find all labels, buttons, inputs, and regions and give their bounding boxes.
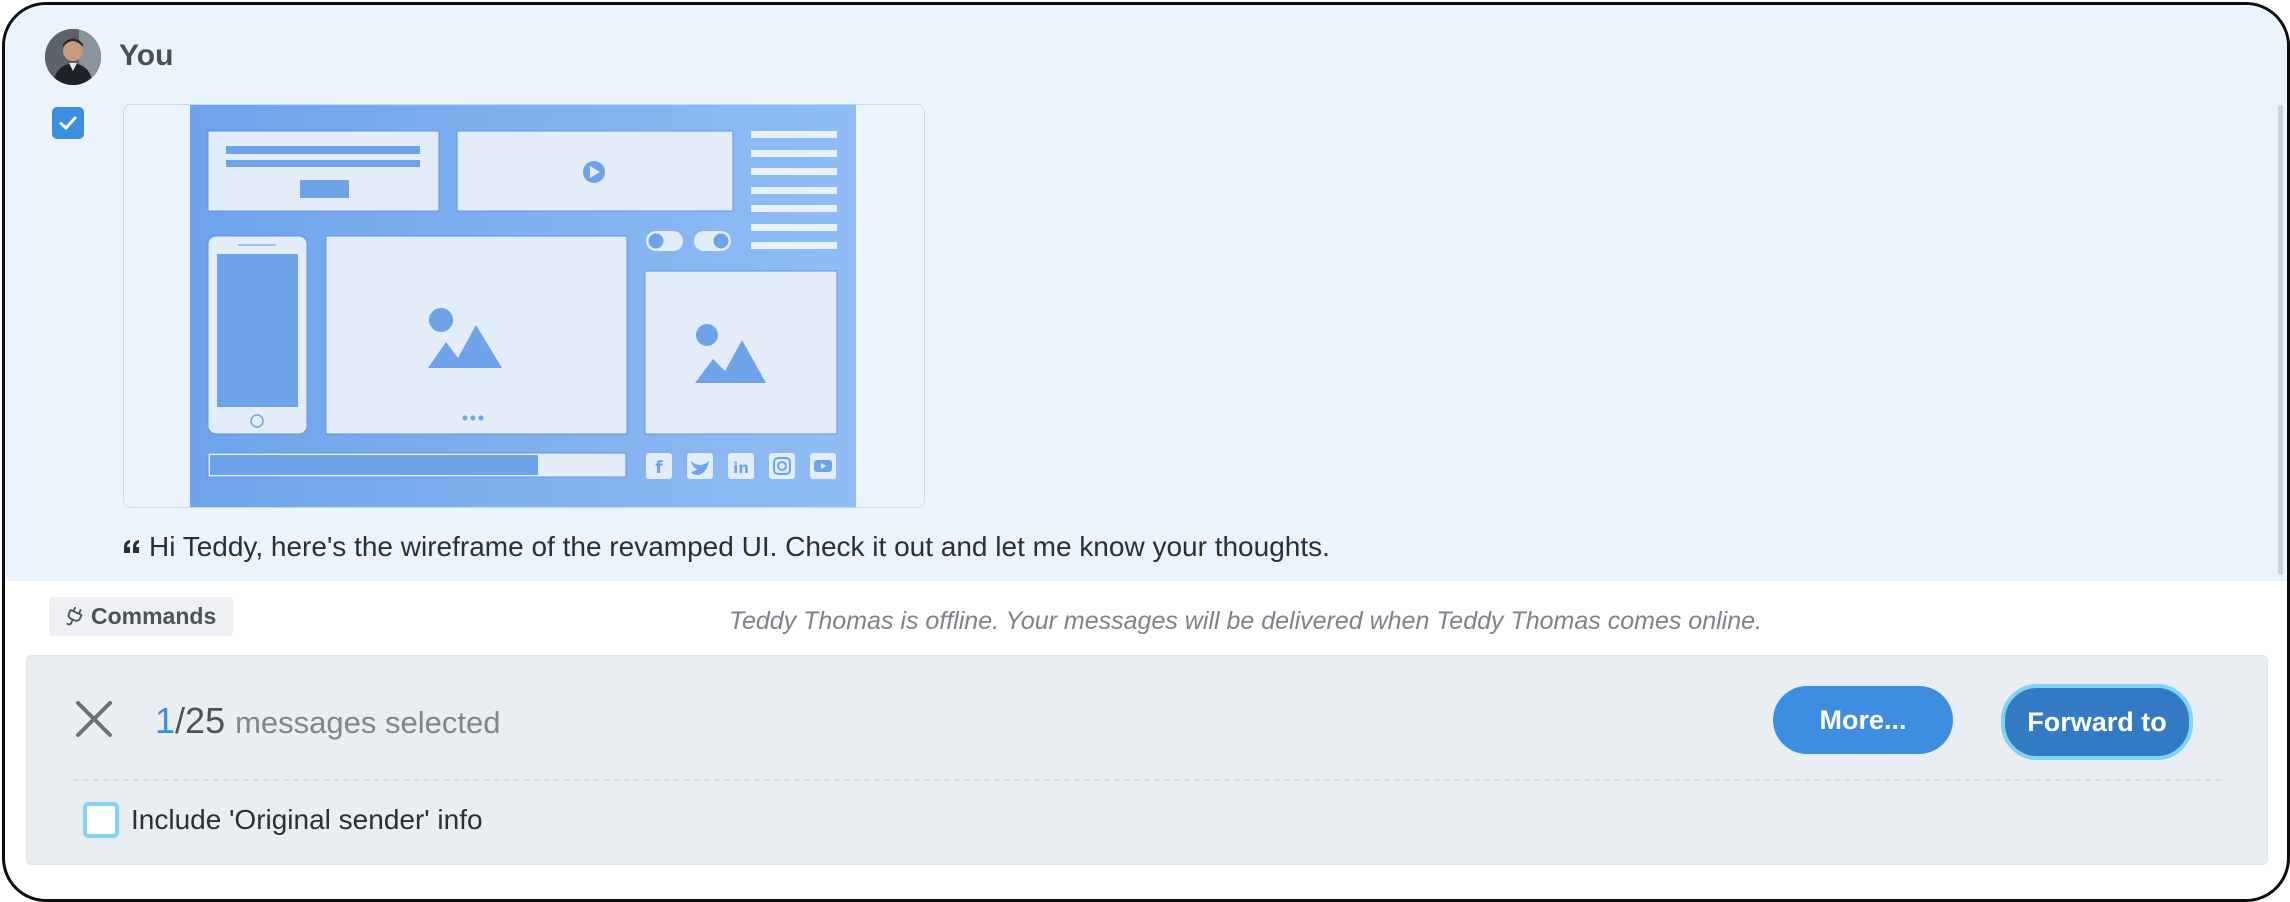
sender-name: You <box>119 39 174 72</box>
count-separator: / <box>175 700 186 741</box>
selection-toolbar: 1 / 25 messages selected More... Forward… <box>26 655 2268 865</box>
message-caption: Hi Teddy, here's the wireframe of the re… <box>123 531 1330 563</box>
include-original-sender-label: Include 'Original sender' info <box>131 804 483 835</box>
chat-window: You f in Hi Teddy, here's the wireframe … <box>2 2 2290 902</box>
total-count: 25 <box>185 700 226 741</box>
scrollbar[interactable] <box>2278 105 2283 575</box>
plug-icon <box>66 606 83 625</box>
svg-text:f: f <box>655 458 663 478</box>
close-icon <box>76 701 112 737</box>
forward-to-button[interactable]: Forward to <box>2001 684 2193 760</box>
selected-count: 1 <box>155 700 176 741</box>
quote-icon <box>124 540 139 553</box>
close-selection-button[interactable] <box>73 698 115 740</box>
commands-button[interactable]: Commands <box>49 597 234 636</box>
selection-label: messages selected <box>235 705 501 740</box>
image-attachment[interactable]: f in <box>123 104 925 508</box>
selection-count: 1 / 25 messages selected <box>155 700 500 742</box>
message-list: You f in Hi Teddy, here's the wireframe … <box>5 5 2287 581</box>
caption-text: Hi Teddy, here's the wireframe of the re… <box>149 531 1330 562</box>
offline-notice: Teddy Thomas is offline. Your messages w… <box>729 607 1762 635</box>
include-original-sender-checkbox[interactable] <box>83 802 119 838</box>
avatar <box>45 29 101 85</box>
svg-text:in: in <box>733 459 749 477</box>
wireframe-image: f in <box>190 105 856 507</box>
commands-label: Commands <box>91 603 217 629</box>
divider <box>73 779 2221 781</box>
more-button[interactable]: More... <box>1773 686 1953 754</box>
message-select-checkbox[interactable] <box>52 107 84 139</box>
checkmark-icon <box>59 116 77 130</box>
